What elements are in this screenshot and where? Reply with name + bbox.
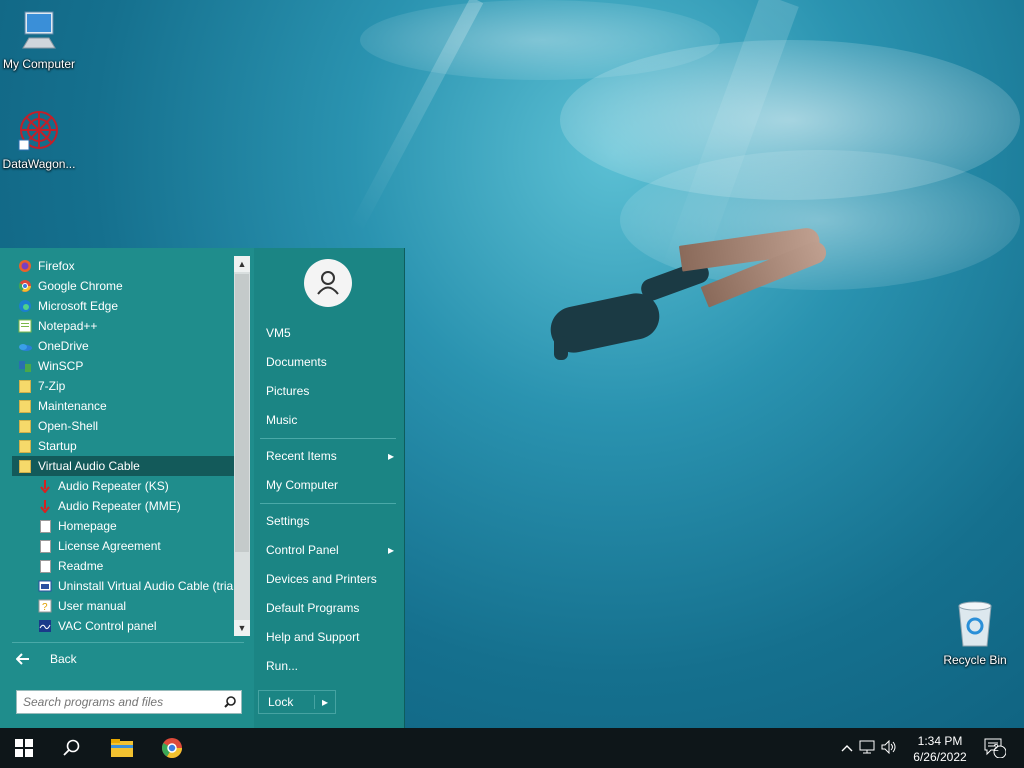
recycle-bin-icon: [936, 600, 1014, 651]
search-icon[interactable]: [219, 696, 241, 708]
scroll-thumb[interactable]: [235, 274, 249, 552]
menu-item-music[interactable]: Music: [266, 413, 394, 427]
menu-item-recent-items[interactable]: Recent Items ▸: [266, 449, 394, 463]
program-folder-maintenance[interactable]: Maintenance: [12, 396, 234, 416]
divider: [260, 503, 396, 504]
help-document-icon: ?: [38, 599, 52, 613]
system-tray: [838, 728, 900, 768]
taskbar-clock[interactable]: 1:34 PM 6/26/2022: [904, 733, 976, 765]
program-folder-open-shell[interactable]: Open-Shell: [12, 416, 234, 436]
back-button[interactable]: Back: [12, 648, 234, 670]
desktop-icon-my-computer[interactable]: My Computer: [0, 10, 78, 71]
divider: [260, 438, 396, 439]
programs-scrollbar[interactable]: ▲ ▼: [234, 256, 250, 636]
uninstall-icon: [38, 579, 52, 593]
program-item-readme[interactable]: Readme: [32, 556, 236, 576]
program-item-vac-control-panel[interactable]: VAC Control panel: [32, 616, 236, 636]
program-item-homepage[interactable]: Homepage: [32, 516, 236, 536]
program-item-winscp[interactable]: WinSCP: [12, 356, 234, 376]
notepadpp-icon: [18, 319, 32, 333]
submenu-arrow-icon: ▸: [387, 543, 394, 557]
program-folder-virtual-audio-cable[interactable]: Virtual Audio Cable: [12, 456, 234, 476]
svg-text:?: ?: [42, 602, 48, 613]
program-item-audio-repeater-mme[interactable]: Audio Repeater (MME): [32, 496, 236, 516]
menu-item-vm5[interactable]: VM5: [266, 326, 394, 340]
document-icon: [38, 519, 52, 533]
taskbar-file-explorer[interactable]: [98, 728, 146, 768]
program-item-license-agreement[interactable]: License Agreement: [32, 536, 236, 556]
monitor-icon: [0, 10, 78, 55]
desktop-icon-label: Recycle Bin: [943, 653, 1007, 667]
menu-item-my-computer[interactable]: My Computer: [266, 478, 394, 492]
start-search-box[interactable]: [16, 690, 242, 714]
scroll-up-button[interactable]: ▲: [234, 256, 250, 272]
file-explorer-icon: [111, 739, 133, 757]
program-item-onedrive[interactable]: OneDrive: [12, 336, 234, 356]
folder-icon: [18, 459, 32, 473]
scroll-down-button[interactable]: ▼: [234, 620, 250, 636]
edge-icon: [18, 299, 32, 313]
user-icon: [317, 271, 339, 295]
chevron-up-icon[interactable]: [838, 741, 856, 755]
program-item-notepadpp[interactable]: Notepad++: [12, 316, 234, 336]
document-icon: [38, 539, 52, 553]
control-panel-icon: [38, 619, 52, 633]
onedrive-icon: [18, 339, 32, 353]
winscp-icon: [18, 359, 32, 373]
desktop-icon-recycle-bin[interactable]: Recycle Bin: [936, 600, 1014, 667]
desktop-icon-datawagon[interactable]: DataWagon...: [0, 108, 78, 171]
folder-icon: [18, 439, 32, 453]
user-avatar[interactable]: [304, 259, 352, 307]
clock-date: 6/26/2022: [913, 750, 967, 764]
program-item-google-chrome[interactable]: Google Chrome: [12, 276, 234, 296]
menu-item-devices-and-printers[interactable]: Devices and Printers: [266, 572, 394, 586]
menu-item-settings[interactable]: Settings: [266, 514, 394, 528]
volume-icon[interactable]: [878, 739, 900, 757]
datawagon-icon: [0, 108, 78, 155]
windows-logo-icon: [15, 739, 33, 757]
program-folder-7zip[interactable]: 7-Zip: [12, 376, 234, 396]
taskbar-chrome[interactable]: [148, 728, 196, 768]
menu-item-documents[interactable]: Documents: [266, 355, 394, 369]
document-icon: [38, 559, 52, 573]
audio-repeater-icon: [38, 499, 52, 513]
program-item-firefox[interactable]: Firefox: [12, 256, 234, 276]
program-item-audio-repeater-ks[interactable]: Audio Repeater (KS): [32, 476, 236, 496]
menu-item-default-programs[interactable]: Default Programs: [266, 601, 394, 615]
audio-repeater-icon: [38, 479, 52, 493]
program-item-user-manual[interactable]: ? User manual: [32, 596, 236, 616]
action-center-button[interactable]: 2: [980, 728, 1010, 768]
menu-item-pictures[interactable]: Pictures: [266, 384, 394, 398]
desktop-icon-label: My Computer: [2, 57, 76, 71]
submenu-arrow-icon: ▸: [387, 449, 394, 463]
network-icon[interactable]: [856, 740, 878, 757]
clock-time: 1:34 PM: [917, 734, 963, 748]
folder-icon: [18, 379, 32, 393]
menu-item-run[interactable]: Run...: [266, 659, 394, 673]
start-button[interactable]: [0, 728, 48, 768]
program-item-microsoft-edge[interactable]: Microsoft Edge: [12, 296, 234, 316]
back-arrow-icon: [12, 653, 34, 665]
search-input[interactable]: [17, 694, 219, 710]
surface-froth: [360, 0, 720, 80]
folder-icon: [18, 399, 32, 413]
program-folder-startup[interactable]: Startup: [12, 436, 234, 456]
divider: [12, 642, 244, 643]
chrome-icon: [18, 279, 32, 293]
folder-icon: [18, 419, 32, 433]
program-item-uninstall-vac[interactable]: Uninstall Virtual Audio Cable (trial: [32, 576, 236, 596]
firefox-icon: [18, 259, 32, 273]
notification-count-badge: 2: [993, 743, 999, 754]
lock-options-arrow-icon[interactable]: ▸: [314, 695, 335, 709]
taskbar-search-button[interactable]: [48, 728, 96, 768]
search-icon: [63, 739, 80, 756]
lock-button[interactable]: Lock: [259, 695, 314, 709]
chrome-icon: [161, 738, 182, 758]
lock-button-group: Lock ▸: [258, 690, 336, 714]
menu-item-help-and-support[interactable]: Help and Support: [266, 630, 394, 644]
desktop-icon-label: DataWagon...: [2, 157, 76, 171]
menu-item-control-panel[interactable]: Control Panel ▸: [266, 543, 394, 557]
